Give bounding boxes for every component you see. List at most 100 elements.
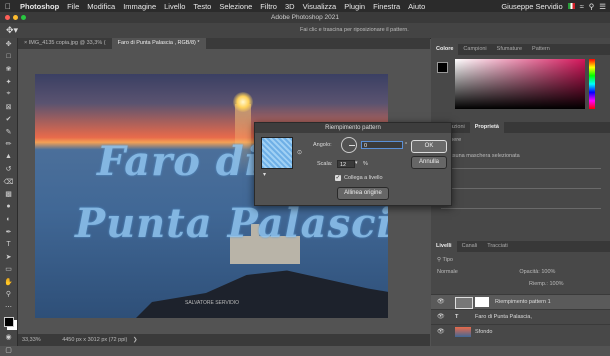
- search-icon[interactable]: ⚲: [589, 2, 595, 11]
- color-picker-field[interactable]: [455, 59, 585, 109]
- control-center-icon[interactable]: ☰: [599, 2, 606, 11]
- hue-slider[interactable]: [589, 59, 595, 109]
- right-panels: Colore Campioni Sfumature Pattern Regola…: [431, 38, 610, 346]
- cancel-button[interactable]: Annulla: [411, 156, 447, 169]
- crop-icon[interactable]: ⌖: [0, 88, 17, 101]
- link-with-layer-checkbox[interactable]: ✓: [335, 175, 341, 181]
- doc-tab-img4135[interactable]: × IMG_4135 copia.jpg @ 33,3% (: [18, 38, 112, 49]
- wifi-icon[interactable]: ≈: [580, 2, 584, 11]
- eyedropper-icon[interactable]: ✔: [0, 113, 17, 126]
- menu-plugin[interactable]: Plugin: [340, 2, 369, 11]
- options-bar: ✥▾ Fai clic e trascina per riposizionare…: [0, 23, 610, 39]
- apple-menu-icon[interactable]: : [0, 2, 16, 11]
- scale-dropdown-icon[interactable]: ▾: [355, 160, 358, 166]
- close-window-icon[interactable]: [5, 15, 10, 20]
- blur-icon[interactable]: ●: [0, 201, 17, 214]
- window-title: Adobe Photoshop 2021: [271, 14, 339, 21]
- menu-livello[interactable]: Livello: [160, 2, 189, 11]
- angle-input[interactable]: 0: [361, 141, 403, 149]
- tab-tracciati[interactable]: Tracciati: [482, 241, 513, 252]
- quick-mask-icon[interactable]: ◉: [0, 331, 17, 344]
- angle-unit: °: [405, 142, 407, 148]
- visibility-eye-icon[interactable]: 👁: [437, 325, 445, 339]
- history-brush-icon[interactable]: ↺: [0, 163, 17, 176]
- options-hint: Fai clic e trascina per riposizionare il…: [300, 27, 409, 33]
- screen-mode-icon[interactable]: ▢: [0, 344, 17, 356]
- tab-proprieta[interactable]: Proprietà: [470, 122, 504, 133]
- more-tools-icon[interactable]: ⋯: [0, 301, 17, 314]
- opacity-value[interactable]: 100%: [541, 269, 555, 275]
- layer-thumbnail: [455, 327, 471, 337]
- color-swatches-icon[interactable]: [0, 313, 17, 331]
- tab-colore[interactable]: Colore: [431, 44, 458, 55]
- snap-to-origin-icon[interactable]: ⊙: [297, 149, 302, 156]
- layer-row[interactable]: 👁 Sfondo: [431, 324, 610, 339]
- tab-pattern[interactable]: Pattern: [527, 44, 555, 55]
- canvas-title-line2: Punta Palascia: [75, 200, 388, 247]
- menu-testo[interactable]: Testo: [189, 2, 215, 11]
- pen-icon[interactable]: ✒: [0, 226, 17, 239]
- align-origin-button[interactable]: Allinea origine: [337, 187, 389, 200]
- tab-livelli[interactable]: Livelli: [431, 241, 457, 252]
- close-tab-icon[interactable]: ×: [24, 40, 27, 46]
- scale-input[interactable]: 12: [337, 160, 355, 168]
- status-arrow-icon[interactable]: ❯: [133, 337, 138, 343]
- fill-value[interactable]: 100%: [549, 281, 563, 287]
- blend-mode-select[interactable]: Normale: [437, 269, 458, 275]
- properties-panel-tabs: Regolazioni Proprietà: [431, 122, 610, 133]
- layer-row[interactable]: 👁 T Faro di Punta Palascia,: [431, 309, 610, 324]
- menu-modifica[interactable]: Modifica: [83, 2, 119, 11]
- doc-tab-faro[interactable]: Faro di Punta Palascia , RGB/8) *: [112, 38, 206, 49]
- menu-photoshop[interactable]: Photoshop: [16, 2, 63, 11]
- tab-campioni[interactable]: Campioni: [458, 44, 491, 55]
- eraser-icon[interactable]: ⌫: [0, 176, 17, 189]
- menu-immagine[interactable]: Immagine: [119, 2, 160, 11]
- tab-sfumature[interactable]: Sfumature: [492, 44, 527, 55]
- marquee-icon[interactable]: □: [0, 51, 17, 64]
- healing-brush-icon[interactable]: ✎: [0, 126, 17, 139]
- angle-dial[interactable]: [341, 137, 357, 153]
- menu-aiuto[interactable]: Aiuto: [404, 2, 429, 11]
- clone-stamp-icon[interactable]: ▲: [0, 151, 17, 164]
- menu-selezione[interactable]: Selezione: [215, 2, 256, 11]
- ok-button[interactable]: OK: [411, 140, 447, 153]
- density-slider[interactable]: [441, 168, 601, 169]
- menu-filtro[interactable]: Filtro: [256, 2, 281, 11]
- shape-icon[interactable]: ▭: [0, 263, 17, 276]
- foreground-color-swatch[interactable]: [437, 62, 448, 73]
- minimize-window-icon[interactable]: [13, 15, 18, 20]
- menu-visualizza[interactable]: Visualizza: [299, 2, 341, 11]
- menu-3d[interactable]: 3D: [281, 2, 299, 11]
- scale-label: Scala:: [317, 161, 332, 167]
- dodge-icon[interactable]: ◐: [0, 213, 17, 226]
- pattern-dropdown-icon[interactable]: ▾: [263, 171, 266, 178]
- move-icon[interactable]: ✥: [0, 38, 17, 51]
- menu-finestra[interactable]: Finestra: [369, 2, 404, 11]
- hand-icon[interactable]: ✋: [0, 276, 17, 289]
- layer-row[interactable]: 👁 Riempimento pattern 1: [431, 294, 610, 309]
- layer-name: Faro di Punta Palascia,: [475, 310, 532, 324]
- move-tool-icon[interactable]: ✥▾: [6, 25, 26, 35]
- layer-thumbnail: [455, 297, 473, 309]
- feather-slider[interactable]: [441, 188, 601, 189]
- layer-kind-filter[interactable]: ⚲ Tipo: [431, 255, 610, 266]
- zoom-icon[interactable]: ⚲: [0, 288, 17, 301]
- frame-icon[interactable]: ⊠: [0, 101, 17, 114]
- opacity-label: Opacità:: [519, 269, 539, 275]
- refine-slider[interactable]: [441, 208, 601, 209]
- brush-icon[interactable]: ✏: [0, 138, 17, 151]
- italian-flag-icon[interactable]: [568, 3, 575, 9]
- quick-select-icon[interactable]: ✦: [0, 76, 17, 89]
- type-icon[interactable]: T: [0, 238, 17, 251]
- gradient-icon[interactable]: ▩: [0, 188, 17, 201]
- visibility-eye-icon[interactable]: 👁: [437, 310, 445, 324]
- visibility-eye-icon[interactable]: 👁: [437, 295, 445, 309]
- maximize-window-icon[interactable]: [21, 15, 26, 20]
- path-select-icon[interactable]: ➤: [0, 251, 17, 264]
- tab-canali[interactable]: Canali: [457, 241, 483, 252]
- menu-file[interactable]: File: [63, 2, 83, 11]
- lasso-icon[interactable]: ❀: [0, 63, 17, 76]
- zoom-level[interactable]: 33,33%: [22, 337, 41, 343]
- pattern-swatch[interactable]: [261, 137, 293, 169]
- user-name[interactable]: Giuseppe Servidio: [501, 2, 562, 11]
